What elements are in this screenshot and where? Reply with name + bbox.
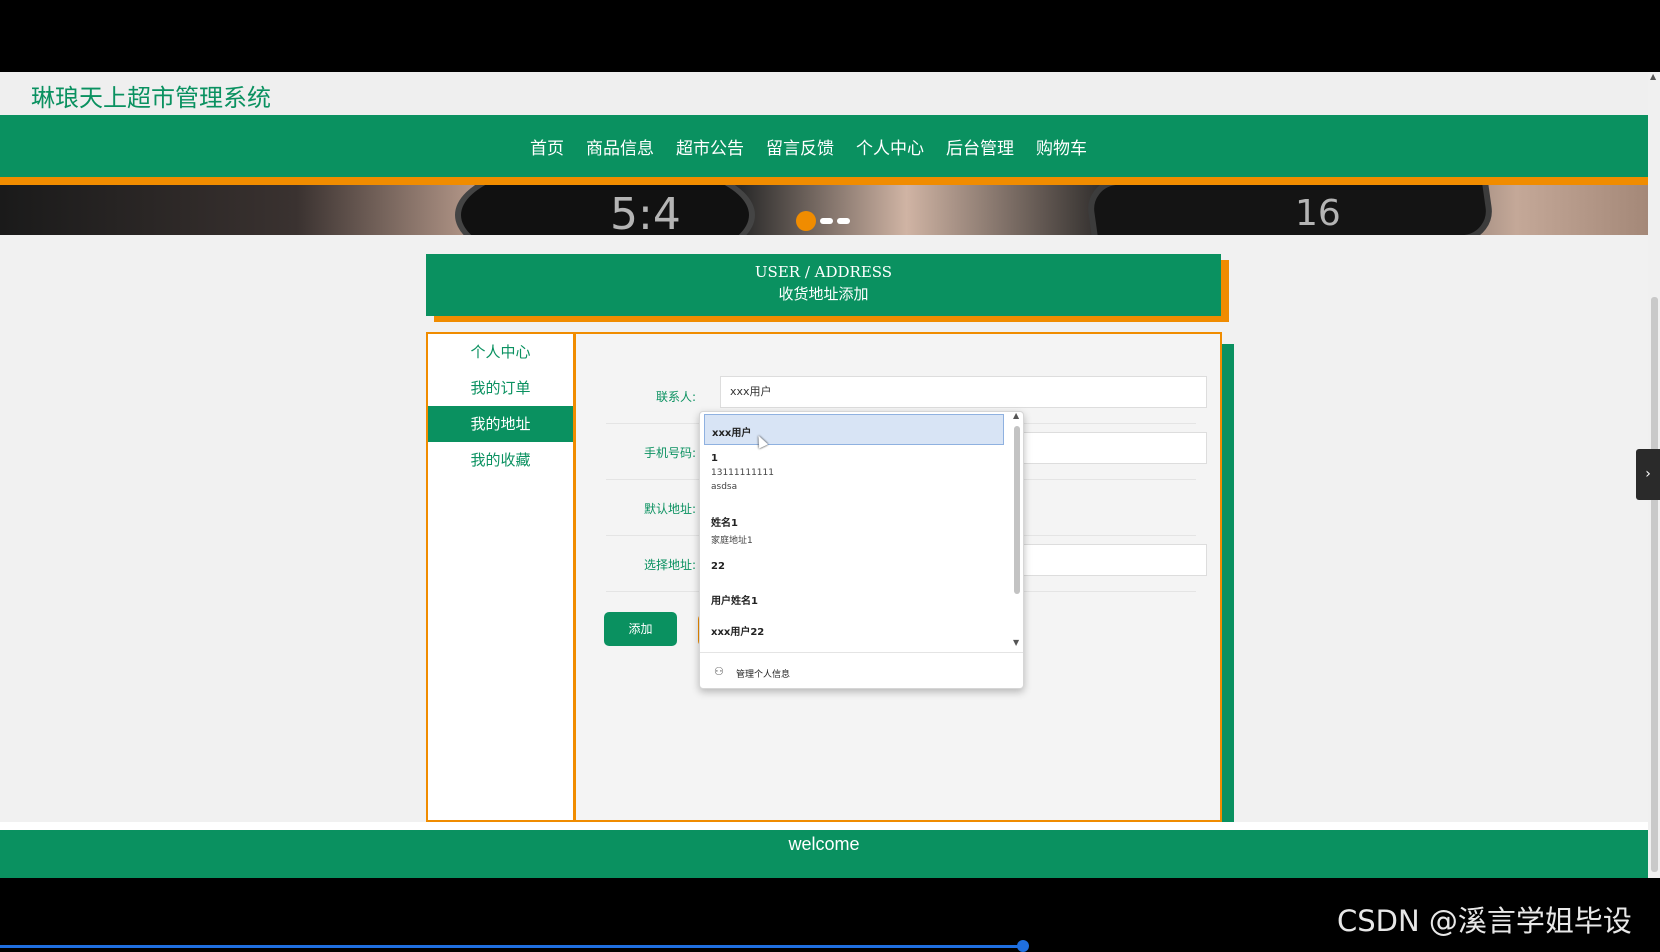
nav-item-notices[interactable]: 超市公告 xyxy=(676,134,744,159)
carousel-dot[interactable] xyxy=(837,218,850,224)
sidebar-item-profile[interactable]: 个人中心 xyxy=(428,334,573,370)
footer-welcome: welcome xyxy=(788,834,860,854)
nav-item-admin[interactable]: 后台管理 xyxy=(946,134,1014,159)
banner-watch-image xyxy=(455,185,755,235)
user-sidebar: 个人中心 我的订单 我的地址 我的收藏 xyxy=(426,332,575,822)
banner-carousel: 5:4 16 xyxy=(0,185,1648,235)
nav-item-feedback[interactable]: 留言反馈 xyxy=(766,134,834,159)
autocomplete-item[interactable]: 1 13111111111 asdsa xyxy=(704,453,1004,492)
autocomplete-item-name: 姓名1 xyxy=(711,518,738,529)
manage-personal-info[interactable]: ⚇ 管理个人信息 xyxy=(700,652,1023,688)
autocomplete-item-name: xxx用户22 xyxy=(711,627,765,638)
nav-item-cart[interactable]: 购物车 xyxy=(1036,134,1087,159)
video-progress-bar[interactable] xyxy=(0,945,1023,948)
phone-label: 手机号码: xyxy=(643,446,696,460)
nav-accent-bar xyxy=(0,177,1648,185)
user-settings-icon: ⚇ xyxy=(714,665,724,678)
autocomplete-scroll-thumb[interactable] xyxy=(1014,426,1020,594)
page-title-box: USER / ADDRESS 收货地址添加 xyxy=(426,254,1221,316)
carousel-dot[interactable] xyxy=(820,218,833,224)
contact-label: 联系人: xyxy=(655,390,696,404)
autocomplete-item-name: 22 xyxy=(711,561,725,572)
watermark: CSDN @溪言学姐毕设 xyxy=(1337,904,1632,938)
site-title[interactable]: 琳琅天上超市管理系统 xyxy=(31,78,271,113)
autocomplete-item-name: 用户姓名1 xyxy=(711,596,758,607)
autocomplete-item[interactable]: 22 xyxy=(704,561,1004,572)
page-title-en: USER / ADDRESS xyxy=(754,263,893,281)
autocomplete-item[interactable]: 姓名1 家庭地址1 xyxy=(704,514,1004,546)
add-button[interactable]: 添加 xyxy=(604,612,677,646)
carousel-dot-active[interactable] xyxy=(796,211,816,231)
autocomplete-item[interactable]: xxx用户22 xyxy=(704,623,1004,638)
autocomplete-dropdown: xxx用户 1 13111111111 asdsa 姓名1 家庭地址1 22 用… xyxy=(699,411,1024,689)
nav-item-products[interactable]: 商品信息 xyxy=(586,134,654,159)
default-address-label: 默认地址: xyxy=(643,502,696,516)
nav-item-home[interactable]: 首页 xyxy=(530,134,564,159)
site-header: 琳琅天上超市管理系统 xyxy=(0,72,1648,115)
autocomplete-item[interactable]: xxx用户 xyxy=(704,414,1004,445)
autocomplete-item-detail: asdsa xyxy=(711,482,738,492)
scroll-up-icon[interactable]: ▲ xyxy=(1650,72,1656,81)
banner-watch-text: 16 xyxy=(1295,193,1341,234)
main-nav: 首页 商品信息 超市公告 留言反馈 个人中心 后台管理 购物车 xyxy=(0,115,1648,177)
carousel-indicators xyxy=(796,211,850,231)
nav-item-profile[interactable]: 个人中心 xyxy=(856,134,924,159)
page-scroll-thumb[interactable] xyxy=(1651,297,1658,872)
video-progress-knob[interactable] xyxy=(1017,940,1029,952)
contact-input[interactable]: xxx用户 xyxy=(720,376,1207,408)
sidebar-item-orders[interactable]: 我的订单 xyxy=(428,370,573,406)
banner-watch-image-2 xyxy=(1084,185,1496,235)
autocomplete-list: xxx用户 1 13111111111 asdsa 姓名1 家庭地址1 22 用… xyxy=(700,412,1010,652)
autocomplete-item-detail: 13111111111 xyxy=(711,468,774,478)
select-address-label: 选择地址: xyxy=(643,558,696,572)
autocomplete-item[interactable]: 用户姓名1 xyxy=(704,592,1004,607)
banner-watch-time: 5:4 xyxy=(610,189,681,235)
autocomplete-item-detail: 家庭地址1 xyxy=(711,536,753,546)
autocomplete-scrollbar[interactable]: ▲ ▼ xyxy=(1013,412,1021,650)
chevron-down-icon[interactable]: ▼ xyxy=(1013,638,1019,647)
site-footer: welcome xyxy=(0,830,1648,878)
sidebar-item-favorites[interactable]: 我的收藏 xyxy=(428,442,573,478)
chevron-right-icon[interactable]: › xyxy=(1636,449,1660,500)
manage-personal-info-label: 管理个人信息 xyxy=(736,670,791,680)
page-title-cn: 收货地址添加 xyxy=(778,285,869,303)
chevron-up-icon[interactable]: ▲ xyxy=(1013,412,1019,420)
browser-viewport: 琳琅天上超市管理系统 首页 商品信息 超市公告 留言反馈 个人中心 后台管理 购… xyxy=(0,72,1648,878)
footer-spacer xyxy=(0,822,1648,830)
sidebar-item-address[interactable]: 我的地址 xyxy=(428,406,573,442)
autocomplete-item-name: 1 xyxy=(711,453,718,464)
